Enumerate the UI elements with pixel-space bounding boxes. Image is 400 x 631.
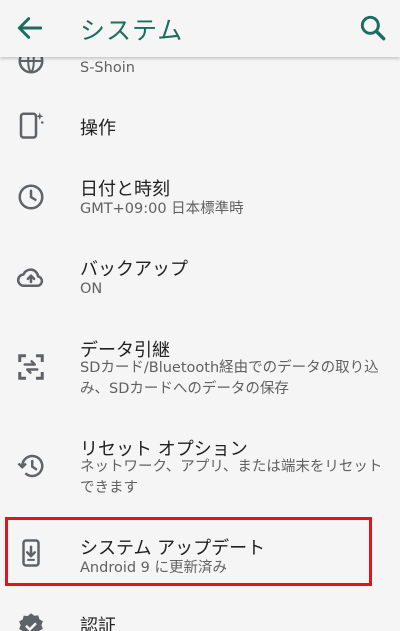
settings-item-subtitle: ON — [80, 281, 103, 297]
settings-item-title: バックアップ — [80, 259, 188, 280]
settings-list: S-Shoin 操作 日付と時刻 GMT+09:00 日本標準時 バックアップ … — [0, 0, 400, 631]
settings-item-subtitle: S-Shoin — [80, 60, 135, 76]
app-bar: システム — [0, 0, 400, 57]
search-icon[interactable] — [357, 12, 389, 44]
settings-item-reset-options[interactable]: リセット オプション ネットワーク、アプリ、または端末をリセットできます — [0, 425, 400, 509]
settings-item-subtitle: SDカード/Bluetooth経由でのデータの取り込み、SDカードへのデータの保… — [80, 360, 379, 397]
settings-item-title: システム アップデート — [80, 538, 266, 559]
settings-item-subtitle: Android 9 に更新済み — [80, 560, 228, 576]
page-title: システム — [80, 16, 184, 45]
settings-item-system-update[interactable]: システム アップデート Android 9 に更新済み — [0, 520, 400, 584]
settings-item-subtitle: GMT+09:00 日本標準時 — [80, 201, 244, 217]
settings-item-backup[interactable]: バックアップ ON — [0, 245, 400, 315]
clock-icon — [18, 184, 44, 210]
settings-item-subtitle: ネットワーク、アプリ、または端末をリセットできます — [80, 459, 383, 496]
cloud-upload-icon — [16, 268, 44, 287]
gesture-icon — [19, 112, 44, 139]
history-icon — [17, 454, 44, 478]
data-transfer-icon — [18, 354, 44, 380]
settings-item-certification[interactable]: 認証 — [0, 606, 400, 631]
settings-item-title: 操作 — [80, 118, 116, 139]
system-update-icon — [22, 539, 40, 567]
verified-badge-icon — [19, 613, 43, 631]
settings-item-title: 日付と時刻 — [80, 179, 170, 200]
settings-item-date-time[interactable]: 日付と時刻 GMT+09:00 日本標準時 — [0, 165, 400, 235]
settings-item-data-transfer[interactable]: データ引継 SDカード/Bluetooth経由でのデータの取り込み、SDカードへ… — [0, 326, 400, 410]
arrow-back-icon[interactable] — [14, 12, 46, 44]
settings-item-title: 認証 — [80, 616, 116, 631]
settings-item-gestures[interactable]: 操作 — [0, 98, 400, 154]
